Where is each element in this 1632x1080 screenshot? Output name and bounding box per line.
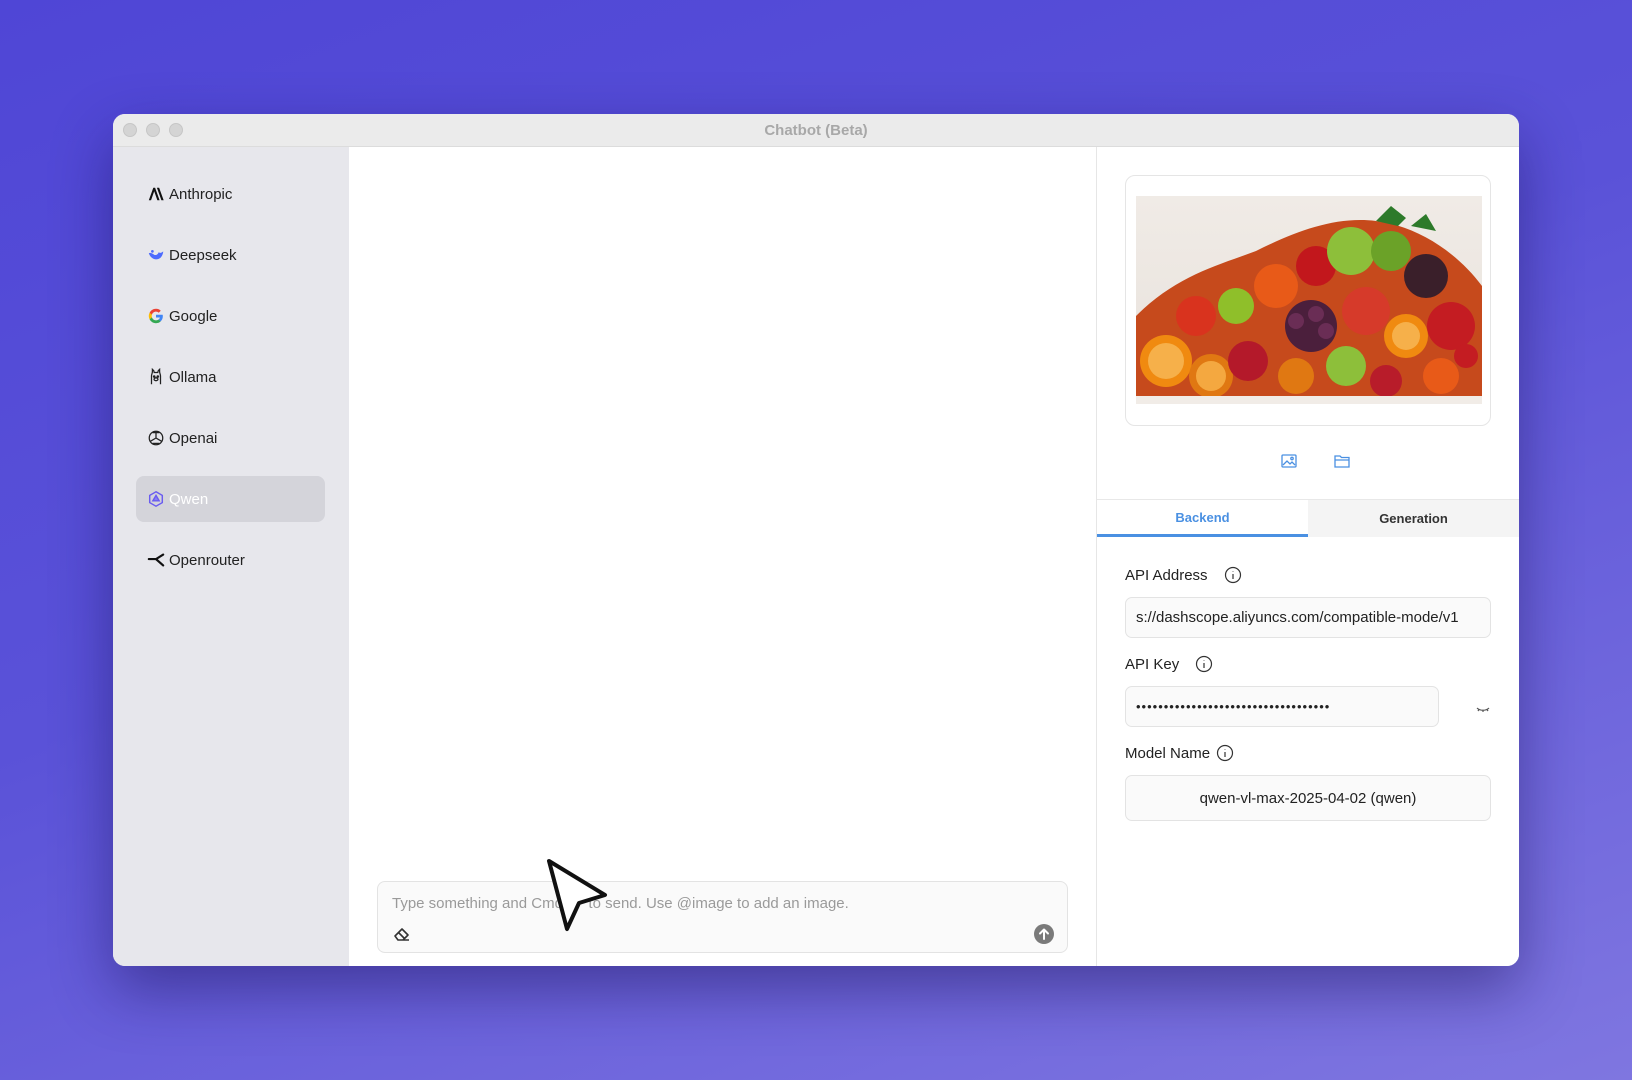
model-name-label: Model Name [1125,744,1211,762]
info-icon[interactable] [1216,744,1234,762]
api-key-label-row: API Key [1125,655,1213,673]
sidebar-item-deepseek[interactable]: Deepseek [136,232,325,278]
qwen-icon [146,489,166,509]
sidebar-item-openrouter[interactable]: Openrouter [136,537,325,583]
openrouter-icon [146,550,166,570]
message-input[interactable] [392,892,1052,914]
api-key-label: API Key [1125,655,1180,673]
sidebar-item-label: Google [169,307,218,325]
image-icon[interactable] [1280,452,1298,470]
settings-tabs: Backend Generation [1097,499,1519,537]
sidebar-item-label: Anthropic [169,185,233,203]
api-address-label: API Address [1125,566,1208,584]
sidebar-item-openai[interactable]: Openai [136,415,325,461]
sidebar-item-label: Openrouter [169,551,245,569]
settings-panel: Backend Generation API Address s://dashs… [1097,147,1519,966]
window-title: Chatbot (Beta) [764,122,868,139]
fruit-image [1136,196,1482,404]
hide-password-icon[interactable] [1475,702,1491,714]
send-arrow-icon[interactable] [1033,923,1055,945]
chat-area [349,147,1097,966]
openai-icon [146,428,166,448]
info-icon[interactable] [1224,566,1242,584]
model-name-label-row: Model Name [1125,744,1234,762]
model-name-select[interactable]: qwen-vl-max-2025-04-02 (qwen) [1125,775,1491,821]
title-bar: Chatbot (Beta) [113,114,1519,147]
sidebar-item-google[interactable]: Google [136,293,325,339]
api-address-label-row: API Address [1125,566,1242,584]
sidebar-item-anthropic[interactable]: Anthropic [136,171,325,217]
anthropic-icon [146,184,166,204]
eraser-icon[interactable] [392,924,412,944]
deepseek-icon [146,245,166,265]
mouse-pointer-icon [547,859,607,931]
tab-backend[interactable]: Backend [1097,500,1308,537]
api-address-field[interactable]: s://dashscope.aliyuncs.com/compatible-mo… [1125,597,1491,638]
app-window: Chatbot (Beta) Anthropic Deepseek Google… [113,114,1519,966]
folder-icon[interactable] [1333,452,1351,470]
info-icon[interactable] [1195,655,1213,673]
ollama-icon [146,367,166,387]
image-preview-card [1125,175,1491,426]
sidebar-item-label: Ollama [169,368,217,386]
sidebar-item-qwen[interactable]: Qwen [136,476,325,522]
google-icon [146,306,166,326]
sidebar-item-label: Qwen [169,490,209,508]
api-key-field[interactable]: ••••••••••••••••••••••••••••••••••• [1125,686,1439,727]
tab-generation[interactable]: Generation [1308,500,1519,537]
sidebar-item-label: Openai [169,429,218,447]
sidebar-item-label: Deepseek [169,246,237,264]
message-composer [377,881,1068,953]
provider-sidebar: Anthropic Deepseek Google Ollama Openai … [113,147,349,966]
sidebar-item-ollama[interactable]: Ollama [136,354,325,400]
